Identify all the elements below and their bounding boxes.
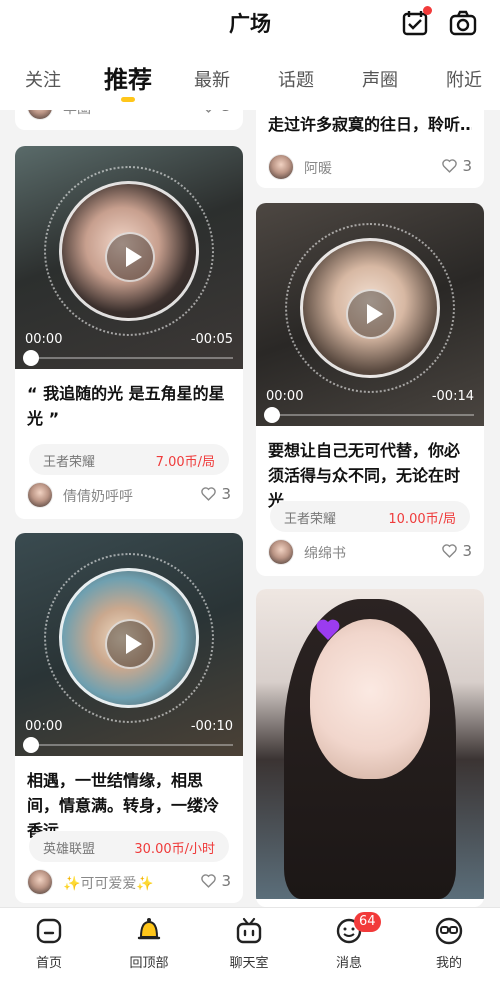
tab-bar: 关注 推荐 最新 话题 声圈 附近 (0, 58, 500, 102)
author-row: 羊圈 3 (27, 110, 231, 122)
heart-outline-icon (206, 110, 212, 113)
heart-outline-icon (442, 159, 458, 173)
tab-recommend[interactable]: 推荐 (104, 60, 152, 95)
nav-chatroom[interactable]: 聊天室 (204, 916, 294, 971)
audio-cover[interactable]: 00:00 -00:10 (15, 533, 243, 756)
like-count: 3 (221, 110, 231, 115)
like-count: 3 (462, 157, 472, 175)
nav-profile[interactable]: 我的 (404, 916, 494, 971)
post-text[interactable]: “ 我追随的光 是五角星的星光 ” (27, 381, 231, 431)
avatar[interactable] (27, 869, 53, 895)
time-remaining: -00:10 (190, 719, 233, 734)
author-name[interactable]: 阿暖 (304, 158, 332, 178)
price: 30.00币/小时 (134, 842, 215, 857)
camera-icon[interactable] (448, 8, 478, 38)
bell-top-icon (137, 918, 161, 940)
service-pill[interactable]: 王者荣耀 7.00币/局 (29, 444, 229, 475)
active-tab-indicator (121, 97, 135, 102)
unread-badge: 64 (354, 912, 381, 932)
feed-card[interactable]: 走过许多寂寞的往日，聆听… 阿暖 3 (256, 110, 484, 188)
heart-outline-icon (442, 544, 458, 558)
audio-cover[interactable]: 00:00 -00:14 (256, 203, 484, 426)
author-row: ✨可可爱爱✨ 3 (27, 869, 231, 897)
bottom-nav: 首页 回顶部 聊天室 64 消息 我的 (0, 907, 500, 983)
feed-card[interactable]: 00:00 -00:05 “ 我追随的光 是五角星的星光 ” 王者荣耀 7.00… (15, 146, 243, 519)
price: 10.00币/局 (388, 512, 456, 527)
tab-nearby[interactable]: 附近 (446, 66, 482, 92)
feed-card[interactable]: 羊圈 3 (15, 110, 243, 130)
seek-bar[interactable] (23, 350, 233, 366)
heart-outline-icon (201, 487, 217, 501)
service-pill[interactable]: 王者荣耀 10.00币/局 (270, 501, 470, 532)
service-pill[interactable]: 英雄联盟 30.00币/小时 (29, 831, 229, 862)
calendar-check-icon[interactable] (400, 6, 432, 38)
author-name[interactable]: 绵绵书 (304, 543, 346, 563)
author-name[interactable]: 羊圈 (63, 110, 91, 118)
tab-topics[interactable]: 话题 (278, 66, 314, 92)
game-name: 英雄联盟 (43, 842, 96, 857)
notification-dot (423, 6, 432, 15)
like-button[interactable]: 3 (200, 110, 231, 115)
photo-face-shape (310, 619, 430, 779)
author-row: 绵绵书 3 (268, 539, 472, 567)
author-row: 倩倩奶呼呼 3 (27, 482, 231, 510)
avatar[interactable] (27, 110, 53, 120)
like-count: 3 (221, 872, 231, 890)
nav-label: 回顶部 (129, 956, 169, 971)
nav-label: 消息 (335, 956, 362, 971)
tab-latest[interactable]: 最新 (194, 66, 230, 92)
like-button[interactable]: 3 (441, 157, 472, 175)
author-row: 阿暖 3 (268, 154, 472, 182)
nav-label: 聊天室 (229, 956, 269, 971)
post-photo[interactable] (256, 589, 484, 899)
feed: 羊圈 3 00:00 -00:05 “ 我追随的光 是五角星的星光 ” 王者荣耀… (0, 110, 500, 907)
top-header: 广场 关注 推荐 最新 话题 声圈 附近 (0, 0, 500, 110)
post-text[interactable]: 走过许多寂寞的往日，聆听… (268, 112, 472, 137)
author-name[interactable]: 倩倩奶呼呼 (63, 486, 133, 506)
seek-knob[interactable] (23, 737, 39, 753)
seek-bar[interactable] (23, 737, 233, 753)
feed-card[interactable] (256, 589, 484, 907)
time-start: 00:00 (266, 389, 304, 404)
play-button[interactable] (105, 619, 155, 669)
price: 7.00币/局 (155, 455, 215, 470)
game-name: 王者荣耀 (284, 512, 337, 527)
time-start: 00:00 (25, 332, 63, 347)
nav-back-to-top[interactable]: 回顶部 (104, 916, 194, 971)
time-remaining: -00:05 (190, 332, 233, 347)
like-button[interactable]: 3 (441, 542, 472, 560)
tab-voice-circle[interactable]: 声圈 (362, 66, 398, 92)
like-count: 3 (221, 485, 231, 503)
nav-messages[interactable]: 64 消息 (304, 912, 394, 971)
avatar[interactable] (27, 482, 53, 508)
glasses-face-icon (435, 917, 463, 945)
play-button[interactable] (346, 289, 396, 339)
home-icon (36, 918, 62, 944)
avatar[interactable] (268, 154, 294, 180)
nav-home[interactable]: 首页 (4, 916, 94, 971)
feed-card[interactable]: 00:00 -00:14 要想让自己无可代替，你必须活得与众不同，无论在时光… … (256, 203, 484, 576)
heart-outline-icon (201, 874, 217, 888)
play-button[interactable] (105, 232, 155, 282)
audio-cover[interactable]: 00:00 -00:05 (15, 146, 243, 369)
tv-icon (236, 917, 262, 944)
seek-bar[interactable] (264, 407, 474, 423)
time-remaining: -00:14 (431, 389, 474, 404)
nav-label: 首页 (35, 956, 62, 971)
like-button[interactable]: 3 (200, 872, 231, 890)
purple-heart-icon (316, 619, 340, 641)
feed-card[interactable]: 00:00 -00:10 相遇，一世结情缘，相思间，情意满。转身，一缕冷香远… … (15, 533, 243, 903)
tab-follow[interactable]: 关注 (25, 66, 61, 92)
time-start: 00:00 (25, 719, 63, 734)
seek-knob[interactable] (264, 407, 280, 423)
nav-label: 我的 (435, 956, 462, 971)
avatar[interactable] (268, 539, 294, 565)
like-button[interactable]: 3 (200, 485, 231, 503)
seek-knob[interactable] (23, 350, 39, 366)
author-name[interactable]: ✨可可爱爱✨ (63, 873, 154, 893)
like-count: 3 (462, 542, 472, 560)
game-name: 王者荣耀 (43, 455, 96, 470)
